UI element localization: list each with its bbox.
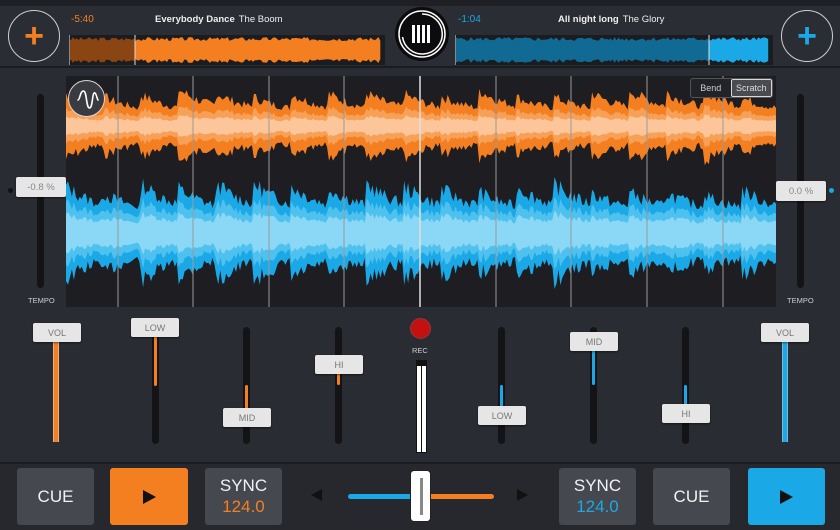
- deck-a-eq-low-fader[interactable]: [152, 326, 159, 444]
- crossfader-track-deck-a[interactable]: [420, 494, 494, 499]
- deck-a-remaining-time: -5:40: [71, 14, 94, 25]
- deck-b-tempo-reset-dot[interactable]: [829, 188, 834, 193]
- deck-a-eq-hi-fader[interactable]: [335, 327, 342, 444]
- record-button[interactable]: [410, 318, 431, 339]
- deck-b-eq-hi-fader[interactable]: [682, 327, 689, 444]
- beat-sync-button[interactable]: [395, 7, 449, 61]
- deck-b-track-info: All night long The Glory: [558, 14, 664, 25]
- deck-b-sync-label: SYNC: [573, 476, 622, 495]
- deck-b-play-button[interactable]: [748, 468, 825, 525]
- mode-option-scratch[interactable]: Scratch: [730, 79, 772, 97]
- deck-a-eq-hi-handle[interactable]: HI: [315, 355, 363, 374]
- triangle-left-icon[interactable]: [311, 489, 322, 501]
- deck-a-eq-low-handle[interactable]: LOW: [131, 318, 179, 337]
- fx-button[interactable]: [68, 80, 105, 117]
- deck-a-add-track-button[interactable]: +: [8, 10, 60, 62]
- deck-b-tempo-label: TEMPO: [787, 296, 814, 305]
- mode-option-bend[interactable]: Bend: [691, 79, 731, 97]
- deck-b-waveform: [66, 177, 776, 289]
- beat-sync-icon: [398, 10, 446, 58]
- deck-b-eq-hi-handle[interactable]: HI: [662, 404, 710, 423]
- deck-a-eq-mid-handle[interactable]: MID: [223, 408, 271, 427]
- deck-b-eq-low-fader[interactable]: [498, 327, 505, 444]
- deck-a-cue-label: CUE: [37, 486, 74, 506]
- deck-b-cue-button[interactable]: CUE: [653, 468, 730, 525]
- deck-b-eq-mid-handle[interactable]: MID: [570, 332, 618, 351]
- triangle-right-icon[interactable]: [517, 489, 528, 501]
- level-meter: [416, 360, 427, 453]
- deck-a-tempo-label: TEMPO: [28, 296, 55, 305]
- deck-b-tempo-handle[interactable]: 0.0 %: [776, 181, 826, 201]
- deck-a-cue-button[interactable]: CUE: [17, 468, 94, 525]
- crossfader-handle[interactable]: [410, 470, 431, 522]
- deck-a-sync-label: SYNC: [219, 476, 268, 495]
- jog-mode-toggle: Bend Scratch: [690, 78, 773, 98]
- deck-b-eq-low-handle[interactable]: LOW: [478, 406, 526, 425]
- deck-b-volume-handle[interactable]: VOL: [761, 323, 809, 342]
- play-icon: [142, 489, 156, 504]
- deck-b-overview-waveform[interactable]: [455, 35, 773, 65]
- deck-b-remaining-time: -1:04: [458, 14, 481, 25]
- deck-a-track-title: Everybody Dance: [155, 14, 235, 25]
- record-label: REC: [412, 346, 428, 355]
- deck-b-add-track-button[interactable]: +: [781, 10, 833, 62]
- deck-a-play-button[interactable]: [110, 468, 188, 525]
- play-icon: [780, 489, 793, 504]
- top-edge: [0, 0, 840, 6]
- deck-b-track-artist: The Glory: [622, 14, 665, 25]
- deck-a-volume-handle[interactable]: VOL: [33, 323, 81, 342]
- deck-a-volume-fader[interactable]: [53, 340, 59, 442]
- deck-a-tempo-handle[interactable]: -0.8 %: [16, 177, 66, 197]
- waveform-display[interactable]: [66, 76, 776, 307]
- deck-b-track-title: All night long: [558, 14, 619, 25]
- deck-b-cue-label: CUE: [673, 486, 710, 506]
- deck-a-bpm: 124.0: [222, 497, 265, 516]
- deck-b-sync-button[interactable]: SYNC 124.0: [559, 468, 636, 525]
- deck-a-track-info: Everybody Dance The Boom: [155, 14, 283, 25]
- deck-b-bpm: 124.0: [576, 497, 619, 516]
- deck-a-waveform: [66, 86, 776, 166]
- sine-wave-icon: [77, 90, 99, 109]
- deck-a-overview-waveform[interactable]: [69, 35, 385, 65]
- deck-a-tempo-reset-dot[interactable]: [8, 188, 13, 193]
- plus-icon: +: [24, 17, 44, 55]
- deck-b-volume-fader[interactable]: [782, 340, 788, 442]
- deck-a-track-artist: The Boom: [238, 14, 283, 25]
- deck-a-sync-button[interactable]: SYNC 124.0: [205, 468, 282, 525]
- plus-icon: +: [797, 17, 817, 55]
